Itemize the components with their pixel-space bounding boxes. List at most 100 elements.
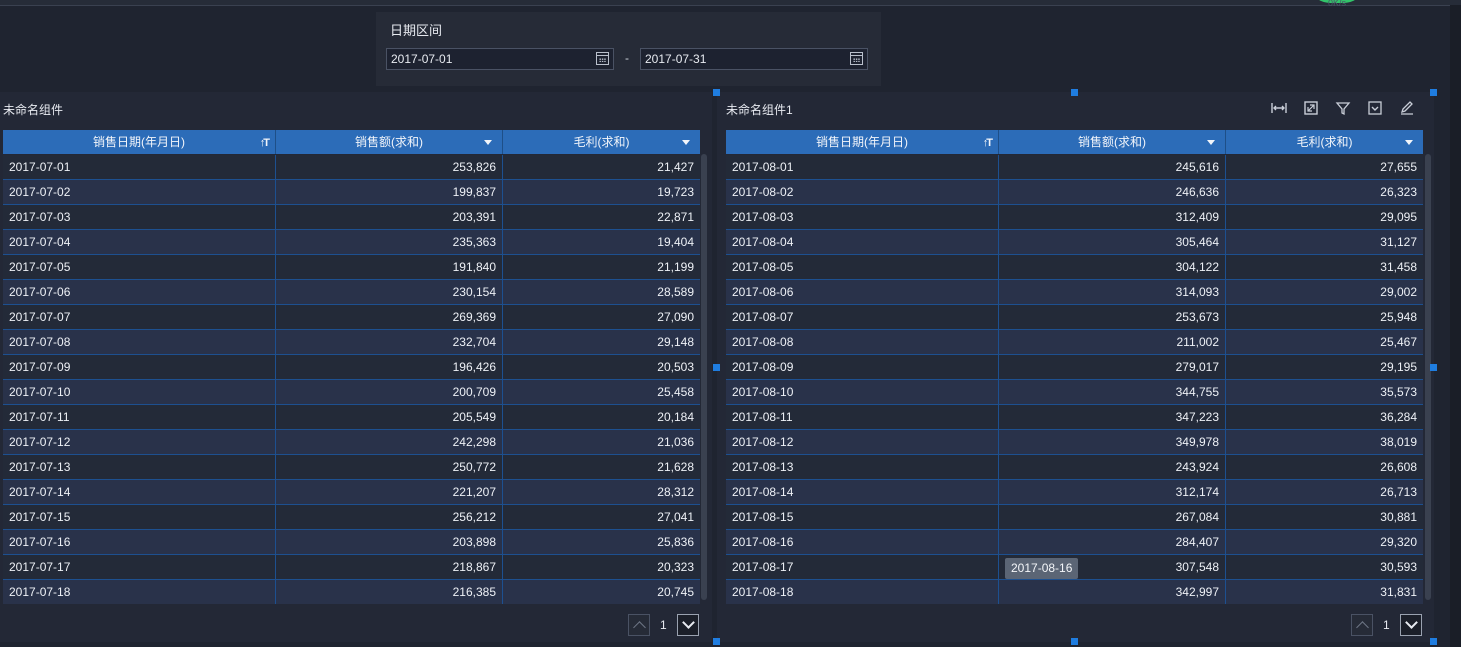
- table-row[interactable]: 2017-07-10 200,709 25,458: [3, 380, 700, 405]
- resize-handle[interactable]: [1071, 89, 1078, 96]
- cell-profit[interactable]: 36,284: [1226, 405, 1423, 429]
- filter-icon[interactable]: [1334, 100, 1352, 118]
- cell-date[interactable]: 2017-08-17: [726, 555, 999, 579]
- table-row[interactable]: 2017-08-15 267,084 30,881: [726, 505, 1423, 530]
- table-row[interactable]: 2017-07-13 250,772 21,628: [3, 455, 700, 480]
- column-header-profit[interactable]: 毛利(求和): [503, 130, 700, 154]
- cell-profit[interactable]: 26,713: [1226, 480, 1423, 504]
- cell-profit[interactable]: 29,148: [503, 330, 700, 354]
- cell-date[interactable]: 2017-07-12: [3, 430, 276, 454]
- table-row[interactable]: 2017-08-01 245,616 27,655: [726, 155, 1423, 180]
- cell-sales[interactable]: 216,385: [276, 580, 503, 604]
- cell-profit[interactable]: 20,745: [503, 580, 700, 604]
- table-row[interactable]: 2017-08-05 304,122 31,458: [726, 255, 1423, 280]
- table-row[interactable]: 2017-07-17 218,867 20,323: [3, 555, 700, 580]
- column-header-sales[interactable]: 销售额(求和): [999, 130, 1226, 154]
- cell-date[interactable]: 2017-07-10: [3, 380, 276, 404]
- table-row[interactable]: 2017-07-11 205,549 20,184: [3, 405, 700, 430]
- table-row[interactable]: 2017-08-08 211,002 25,467: [726, 330, 1423, 355]
- cell-sales[interactable]: 235,363: [276, 230, 503, 254]
- cell-date[interactable]: 2017-07-17: [3, 555, 276, 579]
- cell-date[interactable]: 2017-07-08: [3, 330, 276, 354]
- cell-profit[interactable]: 29,002: [1226, 280, 1423, 304]
- table-row[interactable]: 2017-07-01 253,826 21,427: [3, 155, 700, 180]
- cell-date[interactable]: 2017-07-13: [3, 455, 276, 479]
- cell-sales[interactable]: 205,549: [276, 405, 503, 429]
- cell-sales[interactable]: 312,174: [999, 480, 1226, 504]
- table-row[interactable]: 2017-08-11 347,223 36,284: [726, 405, 1423, 430]
- cell-sales[interactable]: 269,369: [276, 305, 503, 329]
- next-page-button[interactable]: [1400, 614, 1422, 636]
- cell-date[interactable]: 2017-07-03: [3, 205, 276, 229]
- cell-profit[interactable]: 29,195: [1226, 355, 1423, 379]
- column-header-date[interactable]: 销售日期(年月日) ↑T: [726, 130, 999, 154]
- table-row[interactable]: 2017-07-09 196,426 20,503: [3, 355, 700, 380]
- cell-date[interactable]: 2017-08-08: [726, 330, 999, 354]
- table-row[interactable]: 2017-08-14 312,174 26,713: [726, 480, 1423, 505]
- cell-profit[interactable]: 27,041: [503, 505, 700, 529]
- cell-date[interactable]: 2017-07-06: [3, 280, 276, 304]
- table-row[interactable]: 2017-07-07 269,369 27,090: [3, 305, 700, 330]
- cell-profit[interactable]: 27,090: [503, 305, 700, 329]
- expand-icon[interactable]: [1302, 100, 1320, 118]
- cell-date[interactable]: 2017-07-01: [3, 155, 276, 179]
- table-row[interactable]: 2017-07-04 235,363 19,404: [3, 230, 700, 255]
- cell-date[interactable]: 2017-08-14: [726, 480, 999, 504]
- cell-date[interactable]: 2017-07-11: [3, 405, 276, 429]
- cell-profit[interactable]: 21,427: [503, 155, 700, 179]
- cell-sales[interactable]: 253,673: [999, 305, 1226, 329]
- table-row[interactable]: 2017-08-04 305,464 31,127: [726, 230, 1423, 255]
- cell-profit[interactable]: 26,323: [1226, 180, 1423, 204]
- cell-date[interactable]: 2017-08-18: [726, 580, 999, 604]
- cell-date[interactable]: 2017-08-04: [726, 230, 999, 254]
- cell-profit[interactable]: 21,199: [503, 255, 700, 279]
- cell-profit[interactable]: 30,593: [1226, 555, 1423, 579]
- cell-sales[interactable]: 200,709: [276, 380, 503, 404]
- table-row[interactable]: 2017-07-08 232,704 29,148: [3, 330, 700, 355]
- cell-sales[interactable]: 199,837: [276, 180, 503, 204]
- cell-date[interactable]: 2017-08-10: [726, 380, 999, 404]
- cell-sales[interactable]: 246,636: [999, 180, 1226, 204]
- dropdown-caret-icon[interactable]: [682, 140, 690, 145]
- table-row[interactable]: 2017-07-15 256,212 27,041: [3, 505, 700, 530]
- cell-profit[interactable]: 28,312: [503, 480, 700, 504]
- cell-sales[interactable]: 314,093: [999, 280, 1226, 304]
- cell-sales[interactable]: 242,298: [276, 430, 503, 454]
- cell-date[interactable]: 2017-08-15: [726, 505, 999, 529]
- cell-date[interactable]: 2017-08-01: [726, 155, 999, 179]
- cell-date[interactable]: 2017-08-02: [726, 180, 999, 204]
- cell-date[interactable]: 2017-07-14: [3, 480, 276, 504]
- table-row[interactable]: 2017-08-07 253,673 25,948: [726, 305, 1423, 330]
- cell-date[interactable]: 2017-07-16: [3, 530, 276, 554]
- cell-sales[interactable]: 250,772: [276, 455, 503, 479]
- cell-profit[interactable]: 21,628: [503, 455, 700, 479]
- cell-profit[interactable]: 31,458: [1226, 255, 1423, 279]
- resize-handle[interactable]: [1430, 638, 1437, 645]
- cell-date[interactable]: 2017-08-09: [726, 355, 999, 379]
- calendar-icon[interactable]: [850, 52, 863, 65]
- cell-date[interactable]: 2017-08-12: [726, 430, 999, 454]
- cell-date[interactable]: 2017-07-18: [3, 580, 276, 604]
- cell-sales[interactable]: 347,223: [999, 405, 1226, 429]
- vertical-scrollbar[interactable]: [1425, 154, 1431, 600]
- table-row[interactable]: 2017-08-03 312,409 29,095: [726, 205, 1423, 230]
- resize-handle[interactable]: [1430, 89, 1437, 96]
- dropdown-caret-icon[interactable]: [1405, 140, 1413, 145]
- cell-sales[interactable]: 243,924: [999, 455, 1226, 479]
- cell-sales[interactable]: 349,978: [999, 430, 1226, 454]
- cell-profit[interactable]: 25,458: [503, 380, 700, 404]
- table-row[interactable]: 2017-08-18 342,997 31,831: [726, 580, 1423, 604]
- table-row[interactable]: 2017-08-12 349,978 38,019: [726, 430, 1423, 455]
- column-header-profit[interactable]: 毛利(求和): [1226, 130, 1423, 154]
- cell-sales[interactable]: 342,997: [999, 580, 1226, 604]
- dropdown-caret-icon[interactable]: [484, 140, 492, 145]
- table-row[interactable]: 2017-07-18 216,385 20,745: [3, 580, 700, 604]
- cell-sales[interactable]: 245,616: [999, 155, 1226, 179]
- fit-width-icon[interactable]: [1270, 100, 1288, 118]
- resize-handle[interactable]: [1430, 364, 1437, 371]
- table-row[interactable]: 2017-07-12 242,298 21,036: [3, 430, 700, 455]
- cell-profit[interactable]: 35,573: [1226, 380, 1423, 404]
- resize-handle[interactable]: [713, 364, 720, 371]
- cell-date[interactable]: 2017-08-07: [726, 305, 999, 329]
- cell-date[interactable]: 2017-07-09: [3, 355, 276, 379]
